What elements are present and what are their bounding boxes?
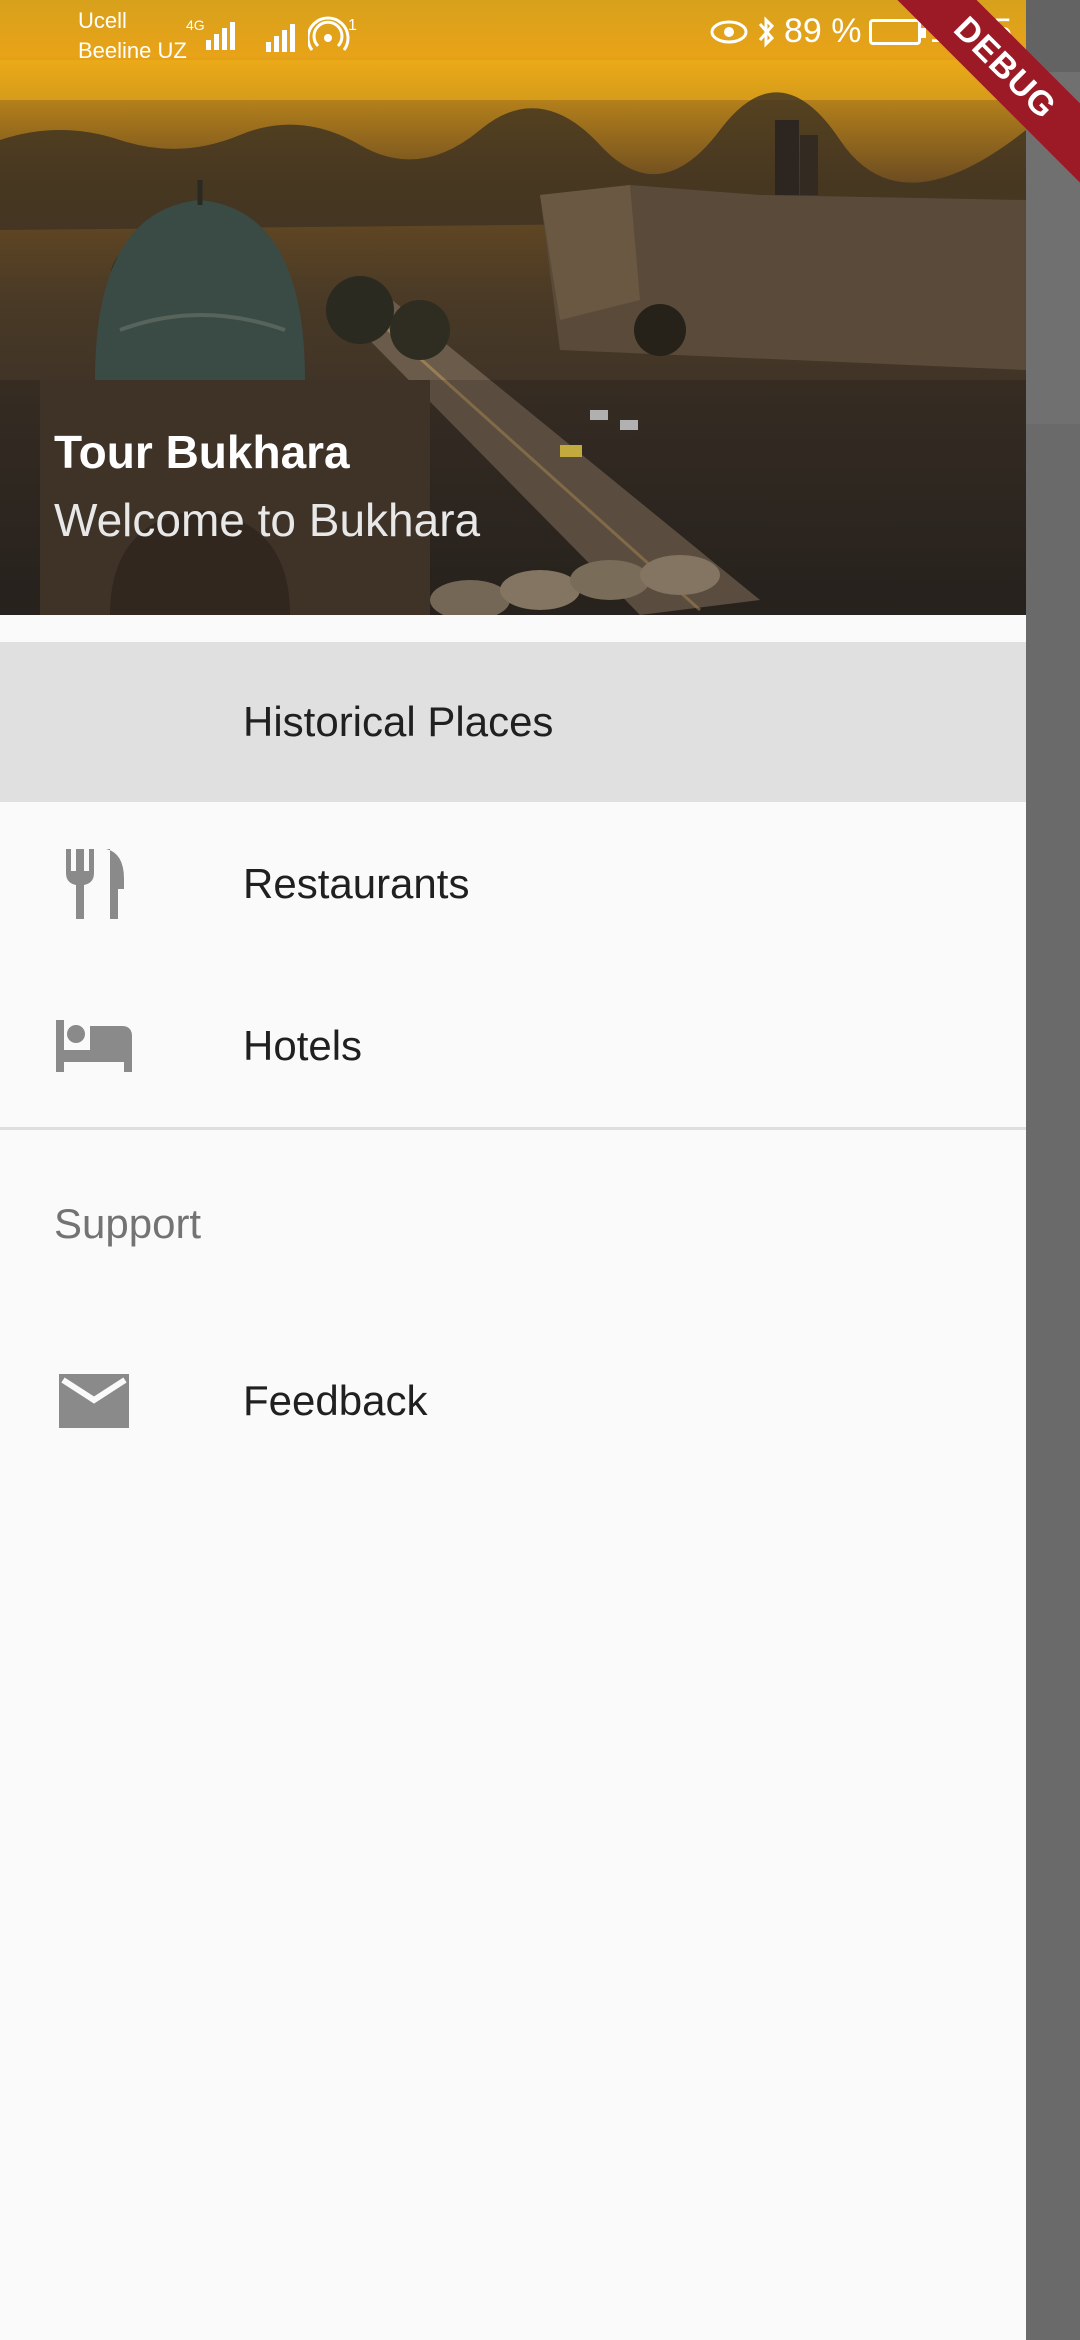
hotspot-icon: 1 [308,16,357,51]
drawer-item-feedback[interactable]: Feedback [0,1321,1026,1481]
carrier-primary: Ucell [78,8,127,33]
drawer-item-restaurants[interactable]: Restaurants [0,804,1026,964]
drawer-item-label: Restaurants [243,860,470,907]
drawer-header: Tour Bukhara Welcome to Bukhara [0,0,1026,615]
hotspot-count: 1 [348,17,357,34]
drawer-item-historical-places[interactable]: Historical Places [0,642,1026,802]
restaurant-icon [56,846,132,922]
section-title-support: Support [54,1200,202,1247]
signal-icon-2 [266,24,295,52]
drawer-header-title: Tour Bukhara [54,426,350,478]
bluetooth-icon [758,15,774,48]
carrier-secondary: Beeline UZ [78,38,187,63]
section-divider [0,1127,1026,1130]
status-bar: Ucell Beeline UZ 4G 1 89 % [0,0,1026,72]
drawer-header-subtitle: Welcome to Bukhara [54,494,481,546]
drawer-item-label: Hotels [243,1022,363,1069]
battery-icon [869,18,927,45]
eye-comfort-icon [710,20,748,43]
drawer-item-label: Feedback [243,1377,428,1424]
navigation-drawer: Tour Bukhara Welcome to Bukhara Ucell Be… [0,0,1026,2340]
mail-icon [56,1363,132,1439]
signal-icon: 4G [186,17,235,50]
historical-places-icon [56,684,132,760]
drawer-item-label: Historical Places [243,698,554,745]
network-badge: 4G [186,17,205,33]
battery-percent: 89 % [783,12,862,50]
drawer-item-hotels[interactable]: Hotels [0,966,1026,1126]
hotel-bed-icon [56,1008,132,1084]
